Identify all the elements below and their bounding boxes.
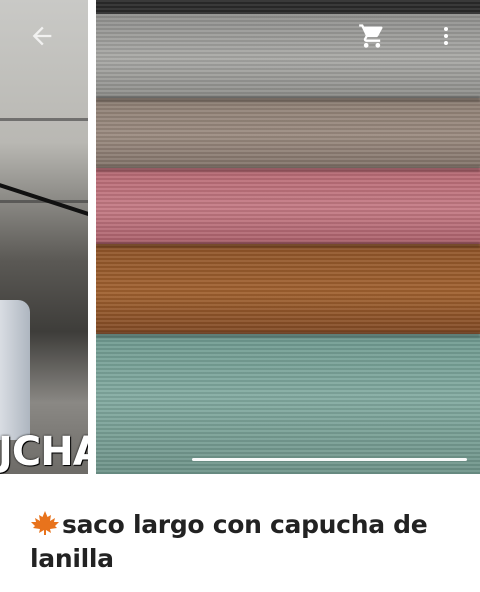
fabric-fold — [96, 166, 480, 172]
maple-leaf-icon — [31, 511, 59, 535]
fabric-swatch-sage — [96, 334, 480, 474]
more-vert-icon — [444, 27, 448, 45]
shopping-cart-icon — [359, 24, 383, 48]
model-arm — [0, 300, 30, 440]
cart-button[interactable] — [348, 12, 396, 60]
fabric-swatch-taupe — [96, 98, 480, 172]
product-title: saco largo con capucha de lanilla — [30, 508, 450, 576]
wall-line — [0, 118, 88, 121]
product-title-text: saco largo con capucha de lanilla — [30, 510, 428, 573]
more-options-button[interactable] — [422, 12, 470, 60]
fabric-swatch-rust — [96, 244, 480, 340]
gallery-scroll-indicator — [192, 458, 467, 461]
photo-caption-text: JCHA — [0, 429, 88, 474]
fabric-swatch-pink — [96, 168, 480, 250]
fabric-fold — [96, 96, 480, 102]
fabric-fold — [96, 332, 480, 338]
arrow-left-icon — [32, 26, 52, 46]
product-title-area: saco largo con capucha de lanilla — [30, 508, 450, 576]
app-bar — [0, 0, 480, 72]
fabric-fold — [96, 242, 480, 248]
back-button[interactable] — [18, 12, 66, 60]
